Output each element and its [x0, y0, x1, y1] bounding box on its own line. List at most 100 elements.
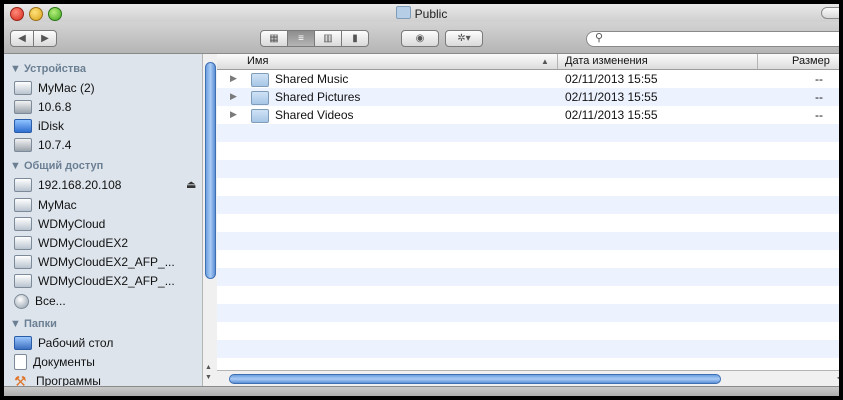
- window-title: Public: [4, 6, 839, 21]
- column-view-button[interactable]: ▥: [315, 30, 342, 47]
- sidebar-item-label: 192.168.20.108: [38, 178, 122, 192]
- computer-icon: [14, 217, 32, 231]
- sidebar-section-devices[interactable]: ▼ Устройства: [10, 63, 86, 75]
- sidebar-section-shared[interactable]: ▼ Общий доступ: [10, 160, 103, 172]
- sidebar-section-places[interactable]: ▼ Папки: [10, 318, 57, 330]
- documents-icon: [14, 354, 27, 370]
- sidebar-item-label: 10.6.8: [38, 100, 72, 114]
- column-view-icon: ▥: [323, 33, 333, 44]
- sort-ascending-icon: ▲: [541, 57, 549, 66]
- toolbar: ◀ ▶ ▦ ≡ ▥ ▮ ◉ ✲▾ ⚲: [4, 22, 839, 54]
- sidebar-item-all[interactable]: Все...: [14, 292, 66, 310]
- status-bar: [4, 386, 839, 396]
- file-size: --: [815, 90, 823, 104]
- disclosure-triangle-icon[interactable]: ▶: [230, 109, 237, 120]
- empty-row: [217, 124, 839, 142]
- sidebar-item-label: Документы: [33, 355, 95, 369]
- file-size: --: [815, 72, 823, 86]
- eye-icon: ◉: [415, 33, 425, 44]
- scroll-up-arrow-icon[interactable]: ▲: [205, 364, 212, 371]
- forward-button[interactable]: ▶: [34, 30, 57, 47]
- file-date: 02/11/2013 15:55: [565, 108, 658, 122]
- file-name: Shared Music: [275, 72, 349, 86]
- computer-icon: [14, 81, 32, 95]
- sidebar-item-mymac[interactable]: MyMac: [14, 196, 77, 214]
- file-size: --: [815, 108, 823, 122]
- computer-icon: [14, 198, 32, 212]
- back-button[interactable]: ◀: [10, 30, 34, 47]
- empty-row: [217, 340, 839, 358]
- coverflow-view-icon: ▮: [352, 33, 358, 44]
- column-header: Имя ▲ Дата изменения Размер: [217, 54, 839, 70]
- computer-icon: [14, 178, 32, 192]
- sidebar-item-label: WDMyCloudEX2_AFP_...: [38, 274, 175, 288]
- gear-icon: ✲▾: [457, 33, 471, 44]
- sidebar-item-10-7-4[interactable]: 10.7.4: [14, 136, 71, 154]
- sidebar-item-wdmycloudex2[interactable]: WDMyCloudEX2: [14, 234, 128, 252]
- empty-row: [217, 196, 839, 214]
- column-size[interactable]: Размер: [792, 55, 830, 67]
- icon-view-button[interactable]: ▦: [260, 30, 288, 47]
- horizontal-scroll-thumb[interactable]: [229, 374, 721, 384]
- disclosure-triangle-icon[interactable]: ▶: [230, 91, 237, 102]
- icon-view-icon: ▦: [269, 33, 279, 44]
- list-view-icon: ≡: [298, 33, 304, 44]
- sidebar-item-label: WDMyCloudEX2_AFP_...: [38, 255, 175, 269]
- list-view-button[interactable]: ≡: [288, 30, 315, 47]
- computer-icon: [14, 255, 32, 269]
- action-menu-button[interactable]: ✲▾: [445, 30, 483, 47]
- sidebar-item-label: MyMac: [38, 198, 77, 212]
- sidebar-item-192-168-20-108[interactable]: 192.168.20.108: [14, 176, 121, 194]
- column-divider[interactable]: [757, 54, 758, 69]
- horizontal-scrollbar[interactable]: ◀: [217, 370, 839, 387]
- sidebar-item-wdmycloudex2-afp-1[interactable]: WDMyCloudEX2_AFP_...: [14, 253, 175, 271]
- search-icon: ⚲: [595, 32, 604, 44]
- search-field[interactable]: ⚲: [586, 31, 839, 47]
- scroll-down-arrow-icon[interactable]: ▼: [205, 374, 212, 381]
- forward-arrow-icon: ▶: [41, 33, 49, 44]
- sidebar-item-label: Рабочий стол: [38, 336, 114, 350]
- window-title-text: Public: [414, 7, 448, 21]
- sidebar-item-documents[interactable]: Документы: [14, 353, 95, 371]
- sidebar-scrollbar[interactable]: ▲ ▼: [202, 54, 218, 386]
- coverflow-view-button[interactable]: ▮: [342, 30, 369, 47]
- sidebar: ▼ Устройства MyMac (2) 10.6.8 iDisk 10.7…: [4, 54, 202, 388]
- sidebar-item-label: 10.7.4: [38, 138, 72, 152]
- column-date-modified[interactable]: Дата изменения: [565, 55, 648, 67]
- sidebar-item-desktop[interactable]: Рабочий стол: [14, 334, 113, 352]
- empty-row: [217, 304, 839, 322]
- computer-icon: [14, 274, 32, 288]
- quick-look-button[interactable]: ◉: [401, 30, 439, 47]
- table-row[interactable]: ▶ Shared Pictures 02/11/2013 15:55 --: [217, 88, 839, 106]
- sidebar-item-label: Все...: [35, 294, 66, 308]
- column-divider[interactable]: [557, 54, 558, 69]
- toolbar-toggle-button[interactable]: [821, 7, 839, 19]
- scroll-left-arrow-icon[interactable]: ◀: [837, 373, 839, 382]
- sidebar-item-wdmycloudex2-afp-2[interactable]: WDMyCloudEX2_AFP_...: [14, 272, 175, 290]
- sidebar-item-label: WDMyCloud: [38, 217, 106, 231]
- globe-icon: [14, 293, 29, 309]
- disk-icon: [14, 138, 32, 152]
- nav-buttons: ◀ ▶: [10, 30, 57, 47]
- disclosure-triangle-icon[interactable]: ▶: [230, 73, 237, 84]
- sidebar-item-label: MyMac (2): [38, 81, 95, 95]
- column-name[interactable]: Имя: [247, 55, 268, 67]
- back-arrow-icon: ◀: [18, 33, 26, 44]
- desktop-icon: [14, 336, 32, 350]
- sidebar-item-10-6-8[interactable]: 10.6.8: [14, 98, 71, 116]
- sidebar-item-idisk[interactable]: iDisk: [14, 117, 64, 135]
- table-row[interactable]: ▶ Shared Music 02/11/2013 15:55 --: [217, 70, 839, 88]
- idisk-icon: [14, 119, 32, 133]
- sidebar-scroll-thumb[interactable]: [205, 62, 216, 279]
- table-row[interactable]: ▶ Shared Videos 02/11/2013 15:55 --: [217, 106, 839, 124]
- sidebar-item-label: WDMyCloudEX2: [38, 236, 129, 250]
- title-bar[interactable]: Public: [4, 4, 839, 22]
- sidebar-item-label: iDisk: [38, 119, 64, 133]
- eject-icon[interactable]: ⏏: [186, 178, 196, 191]
- empty-row: [217, 160, 839, 178]
- file-date: 02/11/2013 15:55: [565, 90, 658, 104]
- sidebar-item-wdmycloud[interactable]: WDMyCloud: [14, 215, 105, 233]
- computer-icon: [14, 236, 32, 250]
- sidebar-item-mymac-2[interactable]: MyMac (2): [14, 79, 95, 97]
- file-date: 02/11/2013 15:55: [565, 72, 658, 86]
